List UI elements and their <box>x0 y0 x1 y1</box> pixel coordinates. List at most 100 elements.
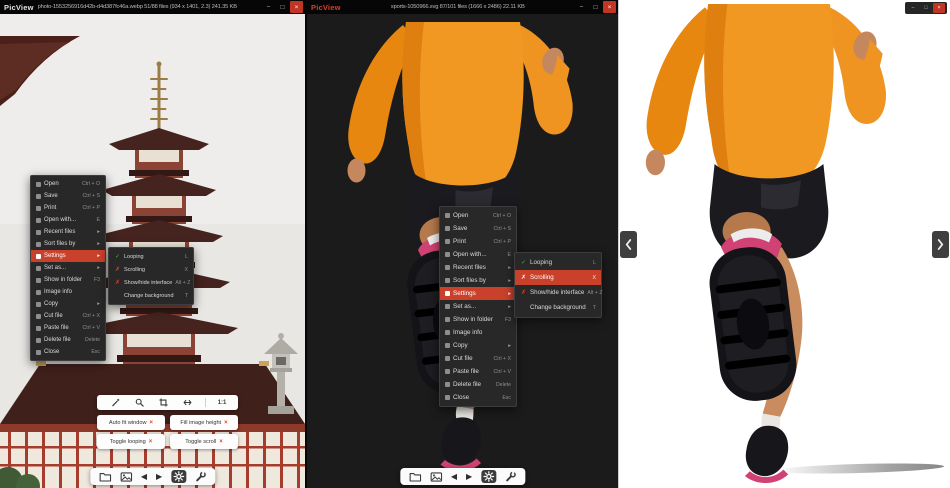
menu-item-open-with[interactable]: Open with... E <box>31 214 105 226</box>
menu-item-print[interactable]: Print Ctrl + P <box>31 202 105 214</box>
zoom-button[interactable] <box>133 396 146 409</box>
image-info-icon <box>36 289 41 295</box>
context-menu: Open Ctrl + O Save Ctrl + S Print Ctrl + P … <box>30 175 106 361</box>
tools-wrench-button[interactable] <box>195 471 206 482</box>
previous-image-button[interactable] <box>620 231 637 258</box>
menu-item-close[interactable]: Close Esc <box>31 346 105 358</box>
open-icon <box>36 181 41 187</box>
remove-toggle-icon[interactable]: × <box>224 420 228 426</box>
minimize-button[interactable]: − <box>575 1 588 13</box>
runner-image-large <box>618 4 929 484</box>
menu-item-save[interactable]: Save Ctrl + S <box>440 222 516 235</box>
close-button[interactable]: × <box>290 1 303 13</box>
submenu-arrow-icon: ▸ <box>508 264 511 271</box>
delete-icon <box>445 382 450 387</box>
open-folder-button[interactable] <box>409 472 421 482</box>
menu-item-cut-file[interactable]: Cut file Ctrl + X <box>31 310 105 322</box>
auto-fit-window-toggle[interactable]: Auto fit window × <box>97 415 165 430</box>
submenu-arrow-icon: ▸ <box>508 290 511 297</box>
show-in-folder-icon <box>36 277 41 283</box>
settings-icon <box>36 253 41 259</box>
menu-item-settings[interactable]: Settings ▸ <box>440 287 516 300</box>
left-window: PicView photo-1553256916d42b-d4d387fc46a… <box>0 0 305 488</box>
settings-gear-button[interactable] <box>171 470 187 483</box>
submenu-item-show-hide-interface[interactable]: ✗ Show/hide interface Alt + Z <box>515 285 603 300</box>
menu-item-delete-file[interactable]: Delete file Delete <box>31 334 105 346</box>
menu-item-open-with[interactable]: Open with... E <box>440 248 516 261</box>
next-image-button[interactable]: ▶ <box>466 472 472 481</box>
menu-item-set-as[interactable]: Set as... ▸ <box>440 300 516 313</box>
menu-item-show-in-folder[interactable]: Show in folder F3 <box>31 274 105 286</box>
recent-files-icon <box>445 265 450 270</box>
wand-button[interactable] <box>109 396 122 409</box>
print-icon <box>36 205 41 211</box>
submenu-item-looping[interactable]: ✓ Looping L <box>515 255 601 270</box>
set-as-icon <box>445 304 450 309</box>
submenu-arrow-icon: ▸ <box>97 229 100 235</box>
menu-item-close[interactable]: Close Esc <box>440 391 516 404</box>
open-folder-button[interactable] <box>99 472 111 482</box>
gallery-button[interactable] <box>430 471 442 482</box>
menu-item-save[interactable]: Save Ctrl + S <box>31 190 105 202</box>
submenu-item-scrolling[interactable]: ✗ Scrolling X <box>515 270 601 285</box>
settings-submenu: ✓ Looping L ✗ Scrolling X ✗ Show/hide interfa… <box>514 252 603 318</box>
left-titlebar: PicView photo-1553256916d42b-d4d387fc46a… <box>0 0 305 14</box>
maximize-button[interactable]: □ <box>276 1 289 13</box>
menu-item-delete-file[interactable]: Delete file Delete <box>440 378 516 391</box>
menu-item-set-as[interactable]: Set as... ▸ <box>31 262 105 274</box>
left-canvas: Open Ctrl + O Save Ctrl + S Print Ctrl + P … <box>0 14 305 488</box>
menu-item-cut-file[interactable]: Cut file Ctrl + X <box>440 352 516 365</box>
tools-wrench-button[interactable] <box>505 471 516 482</box>
menu-item-paste-file[interactable]: Paste file Ctrl + V <box>440 365 516 378</box>
toggle-scroll-toggle[interactable]: Toggle scroll × <box>170 434 238 449</box>
remove-toggle-icon[interactable]: × <box>150 420 154 426</box>
app-logo: PicView <box>4 2 34 12</box>
submenu-item-scrolling[interactable]: ✗ Scrolling X <box>109 263 193 276</box>
crop-button[interactable] <box>157 396 170 409</box>
close-button[interactable]: × <box>603 1 616 13</box>
previous-image-button[interactable]: ◀ <box>451 472 457 481</box>
menu-item-paste-file[interactable]: Paste file Ctrl + V <box>31 322 105 334</box>
submenu-item-change-background[interactable]: Change background T <box>109 289 193 302</box>
fill-image-height-toggle[interactable]: Fill image height × <box>170 415 238 430</box>
menu-item-image-info[interactable]: Image info <box>440 326 516 339</box>
gallery-button[interactable] <box>120 471 132 482</box>
image-info-icon <box>445 330 450 335</box>
menu-item-copy[interactable]: Copy ▸ <box>31 298 105 310</box>
minimize-button[interactable]: − <box>262 1 275 13</box>
close-button[interactable]: × <box>933 3 945 13</box>
menu-item-show-in-folder[interactable]: Show in folder F3 <box>440 313 516 326</box>
menu-item-recent-files[interactable]: Recent files ▸ <box>440 261 516 274</box>
submenu-item-change-background[interactable]: Change background T <box>515 300 601 315</box>
menu-item-image-info[interactable]: Image info <box>31 286 105 298</box>
chevron-left-icon <box>625 239 632 250</box>
menu-item-print[interactable]: Print Ctrl + P <box>440 235 516 248</box>
next-image-button[interactable] <box>932 231 949 258</box>
menu-item-sort-files-by[interactable]: Sort files by ▸ <box>31 238 105 250</box>
maximize-button[interactable]: □ <box>589 1 602 13</box>
menu-item-open[interactable]: Open Ctrl + O <box>31 178 105 190</box>
divider <box>205 398 207 407</box>
remove-toggle-icon[interactable]: × <box>219 439 223 445</box>
menu-item-recent-files[interactable]: Recent files ▸ <box>31 226 105 238</box>
one-to-one-button[interactable]: 1:1 <box>218 396 227 409</box>
recent-files-icon <box>36 229 41 235</box>
flip-button[interactable] <box>181 396 194 409</box>
toggle-looping-toggle[interactable]: Toggle looping × <box>97 434 165 449</box>
open-with-icon <box>36 217 41 223</box>
previous-image-button[interactable]: ◀ <box>141 472 147 481</box>
next-image-button[interactable]: ▶ <box>156 472 162 481</box>
menu-item-settings[interactable]: Settings ▸ <box>31 250 105 262</box>
settings-gear-button[interactable] <box>481 470 497 483</box>
minimize-button[interactable]: − <box>907 3 919 13</box>
menu-item-open[interactable]: Open Ctrl + O <box>440 209 516 222</box>
screen: PicView photo-1553256916d42b-d4d387fc46a… <box>0 0 950 488</box>
menu-item-copy[interactable]: Copy ▸ <box>440 339 516 352</box>
copy-icon <box>445 343 450 348</box>
remove-toggle-icon[interactable]: × <box>149 439 153 445</box>
restore-button[interactable]: □ <box>920 3 932 13</box>
menu-item-sort-files-by[interactable]: Sort files by ▸ <box>440 274 516 287</box>
open-with-icon <box>445 252 450 257</box>
submenu-item-looping[interactable]: ✓ Looping L <box>109 250 193 263</box>
submenu-item-show-hide-interface[interactable]: ✗ Show/hide interface Alt + Z <box>109 276 193 289</box>
